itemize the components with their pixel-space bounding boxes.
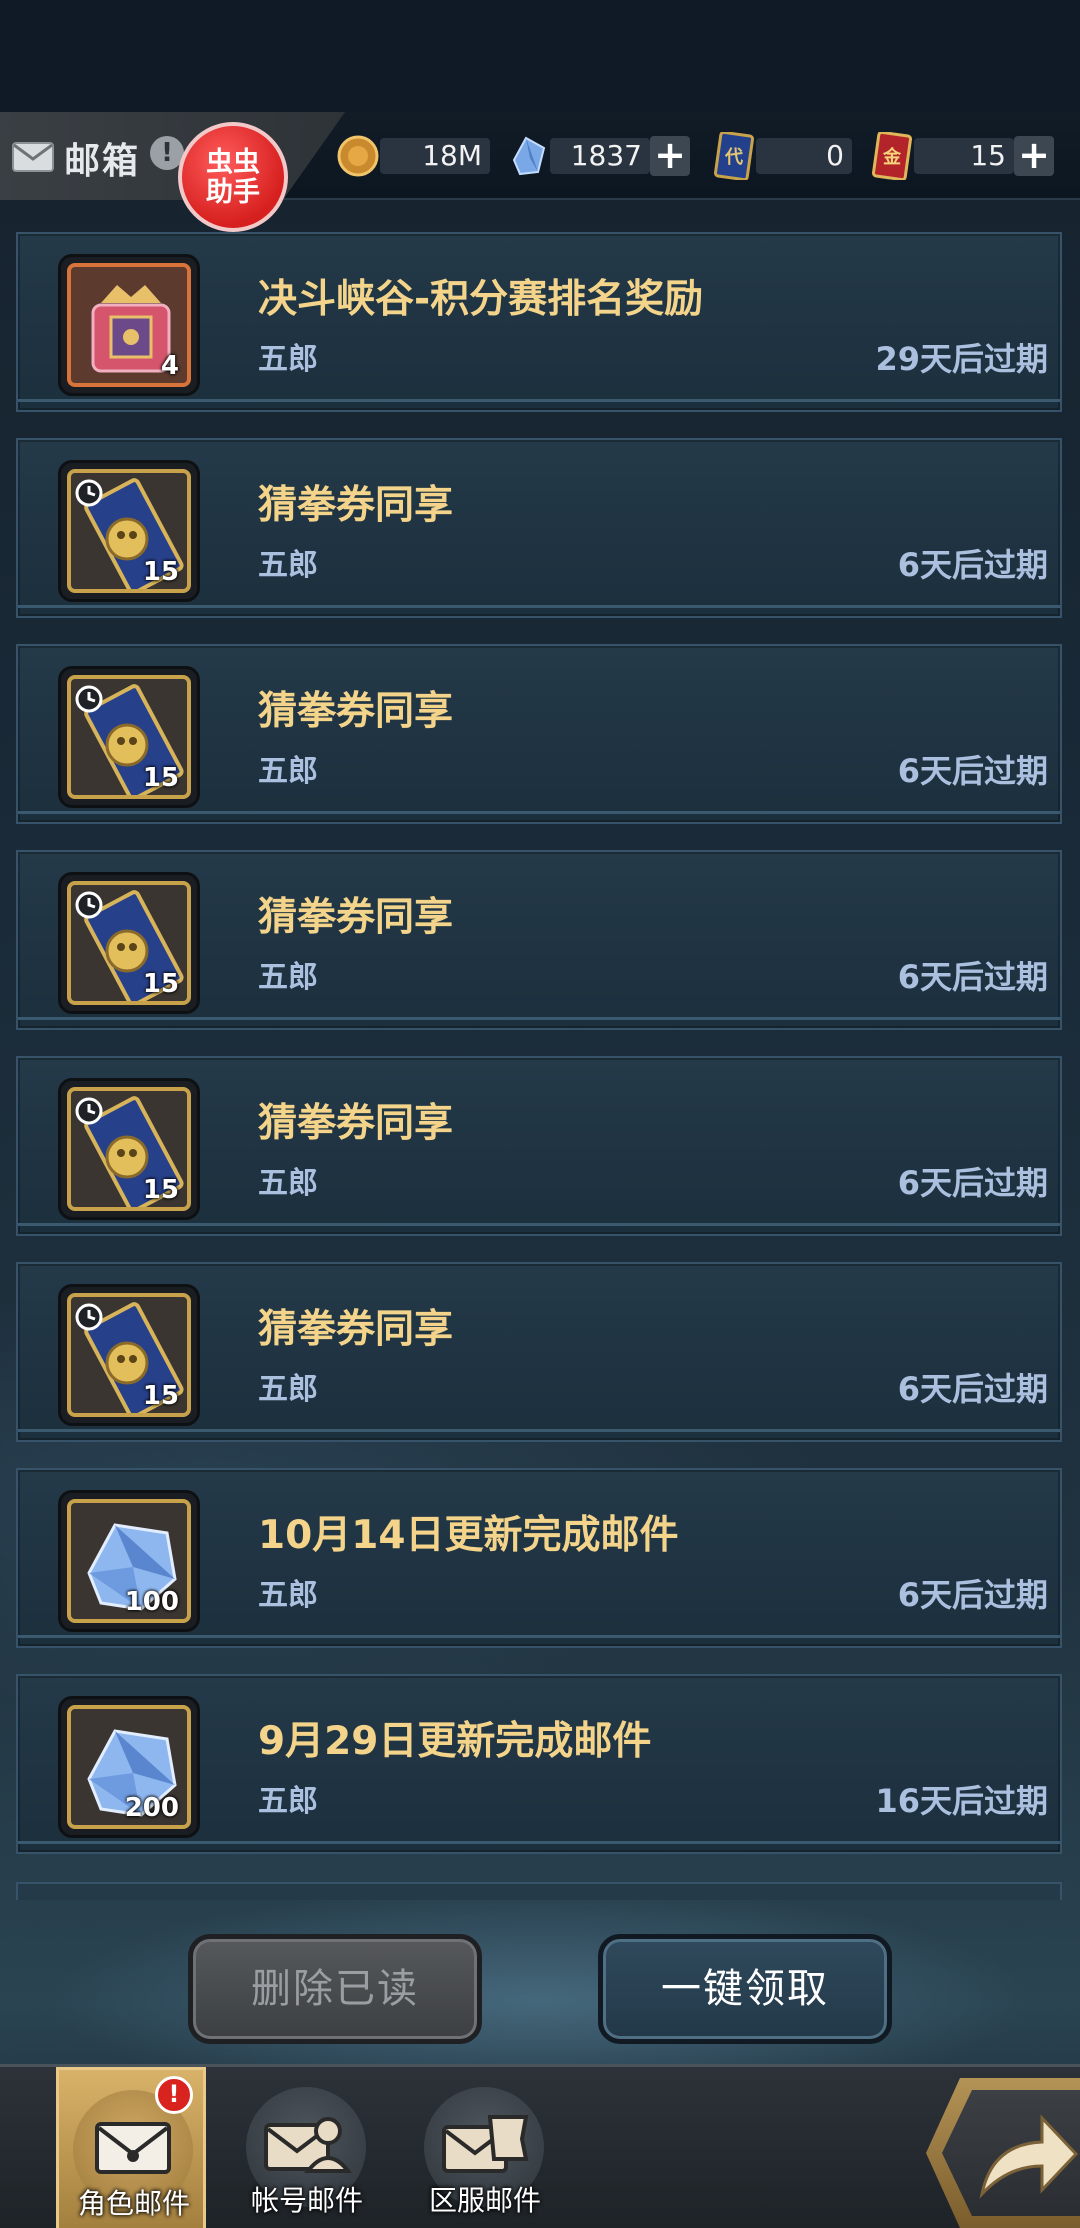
item-quantity: 15 [142,557,179,587]
item-frame: 15 [67,1293,191,1417]
blue-ticket-resource: 代 0 [712,132,852,180]
mail-sender: 五郎 [258,754,318,789]
delete-read-button[interactable]: 删除已读 [188,1934,482,2044]
mail-subject: 猜拳券同享 [258,1307,454,1352]
mail-subject: 10月14日更新完成邮件 [258,1513,679,1558]
svg-text:代: 代 [724,147,743,168]
bottom-nav: ! 角色邮件 帐号邮件 区服邮件 [0,2064,1080,2228]
item-thumbnail: 15 [58,1078,200,1220]
mail-item[interactable]: 4 决斗峡谷-积分赛排名奖励 五郎 29天后过期 [16,232,1062,412]
mail-expiry: 6天后过期 [897,958,1048,996]
tab-account-mail[interactable]: 帐号邮件 [232,2067,382,2228]
item-frame: 100 [67,1499,191,1623]
item-frame: 15 [67,469,191,593]
mail-item-partial [16,1882,1062,1900]
mail-sender: 五郎 [258,1166,318,1201]
mailbox-tab: 邮箱 ! [0,112,345,200]
gold-resource: 18M [336,134,492,178]
mail-sender: 五郎 [258,960,318,995]
back-button-face [942,2090,1080,2216]
gold-coin-icon [337,135,379,177]
item-quantity: 200 [124,1793,179,1823]
crystal-icon [512,136,546,176]
mail-item[interactable]: 15 猜拳券同享 五郎 6天后过期 [16,850,1062,1030]
mail-sender: 五郎 [258,342,318,377]
item-frame: 15 [67,881,191,1005]
tab-server-mail[interactable]: 区服邮件 [410,2067,560,2228]
mail-item[interactable]: 15 猜拳券同享 五郎 6天后过期 [16,438,1062,618]
envelope-icon [12,142,54,172]
mail-expiry: 6天后过期 [897,1576,1048,1614]
mail-expiry: 6天后过期 [897,752,1048,790]
item-thumbnail: 4 [58,254,200,396]
crystal-value: 1837 [550,138,650,174]
item-quantity: 15 [142,1381,179,1411]
add-crystal-button[interactable]: + [650,136,690,176]
item-thumbnail: 15 [58,1284,200,1426]
status-bar-area [0,0,1080,112]
item-frame: 15 [67,1087,191,1211]
item-thumbnail: 100 [58,1490,200,1632]
mailbox-title: 邮箱 [64,141,141,182]
gold-value: 18M [380,138,490,174]
item-quantity: 15 [142,763,179,793]
item-frame: 4 [67,263,191,387]
mail-subject: 猜拳券同享 [258,1101,454,1146]
mail-sender: 五郎 [258,1372,318,1407]
top-bar: 邮箱 ! 18M 1837 + 代 0 金 15 + [0,112,1080,200]
mail-item[interactable]: 200 9月29日更新完成邮件 五郎 16天后过期 [16,1674,1062,1854]
crystal-resource: 1837 + [506,134,690,178]
tab-label: 区服邮件 [428,2184,541,2217]
account-mail-icon [264,2117,352,2173]
mail-item[interactable]: 15 猜拳券同享 五郎 6天后过期 [16,644,1062,824]
tab-role-mail[interactable]: ! 角色邮件 [56,2067,206,2228]
red-ticket-resource: 金 15 + [870,132,1056,180]
mail-expiry: 6天后过期 [897,1164,1048,1202]
item-quantity: 4 [160,351,179,381]
red-ticket-icon: 金 [871,132,913,180]
mail-subject: 猜拳券同享 [258,689,454,734]
item-quantity: 100 [124,1587,179,1617]
helper-badge[interactable]: 虫虫 助手 [178,122,288,232]
mail-subject: 猜拳券同享 [258,895,454,940]
tab-label: 帐号邮件 [250,2184,363,2217]
helper-badge-line1: 虫虫 [206,147,260,178]
mail-expiry: 16天后过期 [875,1782,1048,1820]
mail-sender: 五郎 [258,548,318,583]
alert-badge: ! [155,2076,193,2114]
mail-expiry: 6天后过期 [897,1370,1048,1408]
mail-expiry: 6天后过期 [897,546,1048,584]
item-frame: 15 [67,675,191,799]
envelope-icon [95,2122,171,2174]
item-thumbnail: 200 [58,1696,200,1838]
blue-ticket-value: 0 [756,138,852,174]
item-frame: 200 [67,1705,191,1829]
mail-subject: 9月29日更新完成邮件 [258,1719,652,1764]
mail-expiry: 29天后过期 [875,340,1048,378]
mail-item[interactable]: 100 10月14日更新完成邮件 五郎 6天后过期 [16,1468,1062,1648]
item-quantity: 15 [142,969,179,999]
blue-ticket-icon: 代 [713,132,755,180]
mail-subject: 猜拳券同享 [258,483,454,528]
helper-badge-line2: 助手 [206,177,260,208]
claim-all-button[interactable]: 一键领取 [598,1934,892,2044]
svg-text:金: 金 [882,146,902,168]
mail-sender: 五郎 [258,1784,318,1819]
return-arrow-icon [979,2114,1079,2199]
item-thumbnail: 15 [58,872,200,1014]
mail-item[interactable]: 15 猜拳券同享 五郎 6天后过期 [16,1262,1062,1442]
mail-sender: 五郎 [258,1578,318,1613]
item-thumbnail: 15 [58,460,200,602]
item-quantity: 15 [142,1175,179,1205]
item-thumbnail: 15 [58,666,200,808]
add-red-ticket-button[interactable]: + [1014,136,1054,176]
red-ticket-value: 15 [914,138,1014,174]
mail-item[interactable]: 15 猜拳券同享 五郎 6天后过期 [16,1056,1062,1236]
tab-label: 角色邮件 [77,2187,190,2220]
mail-subject: 决斗峡谷-积分赛排名奖励 [258,277,704,322]
server-mail-icon [442,2115,529,2173]
